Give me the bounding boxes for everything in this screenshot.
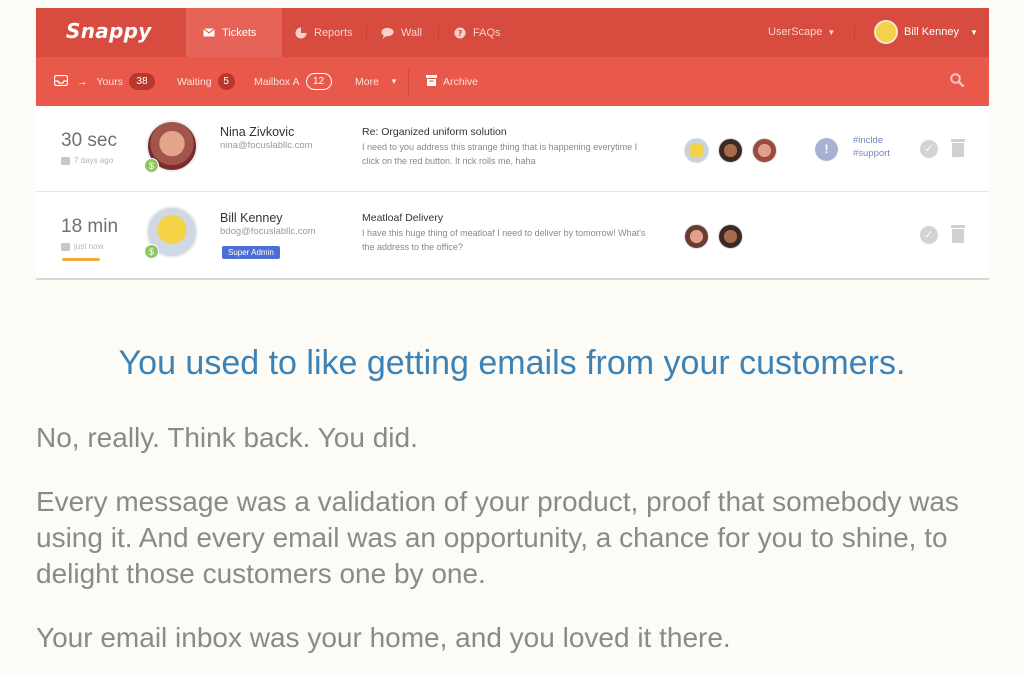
nav-divider (854, 25, 855, 41)
tag-link[interactable]: #inclde (853, 134, 890, 147)
ticket-subject[interactable]: Meatloaf Delivery (362, 212, 443, 224)
avatar[interactable] (684, 224, 709, 249)
filter-yours[interactable]: → Yours 38 (53, 57, 155, 106)
question-icon: ? (453, 26, 466, 39)
archive-label: Archive (443, 75, 479, 88)
trash-icon[interactable] (951, 225, 965, 243)
chevron-down-icon: ▼ (970, 27, 978, 37)
chat-bubble-icon (381, 26, 394, 39)
ticket-tags: #inclde #support (853, 134, 890, 160)
warning-icon[interactable]: ! (815, 138, 838, 161)
tab-tickets-label: Tickets (222, 26, 257, 39)
ticket-ago: 7 days ago (74, 156, 114, 165)
org-name: UserScape (768, 26, 823, 38)
tag-link[interactable]: #support (853, 147, 890, 160)
customer-name[interactable]: Nina Zivkovic (220, 125, 294, 139)
role-badge: Super Admin (222, 246, 280, 259)
response-progress-bar (62, 258, 100, 261)
twitter-icon (61, 242, 70, 251)
app-screenshot: Snappy Tickets Reports Wall ? FAQs UserS… (36, 8, 989, 280)
user-menu[interactable]: Bill Kenney ▼ (874, 20, 978, 44)
paragraph-3: Your email inbox was your home, and you … (36, 622, 731, 653)
org-switcher[interactable]: UserScape ▼ (768, 26, 835, 38)
yours-count-badge: 38 (128, 73, 155, 90)
ticket-time: 18 min (61, 216, 119, 237)
tab-tickets[interactable]: Tickets (186, 8, 283, 57)
nav-divider (366, 25, 367, 41)
avatar (874, 20, 898, 44)
ticket-received: just now (61, 242, 103, 251)
filter-waiting[interactable]: Waiting 5 (177, 57, 235, 106)
customer-email: bdog@focuslabllc.com (220, 226, 316, 237)
app-logo[interactable]: Snappy (66, 19, 152, 43)
tab-wall[interactable]: Wall (381, 8, 422, 57)
ticket-row[interactable]: 18 min just now $ Bill Kenney bdog@focus… (36, 192, 989, 278)
paragraph-1: No, really. Think back. You did. (36, 422, 418, 453)
arrow-right-icon: → (77, 75, 88, 88)
dollar-icon: $ (144, 158, 159, 173)
more-dropdown[interactable]: More ▼ (355, 57, 398, 106)
email-source-icon (61, 156, 70, 165)
tab-reports[interactable]: Reports (294, 8, 353, 57)
archive-link[interactable]: Archive (426, 57, 478, 106)
pie-chart-icon (294, 26, 307, 39)
chevron-down-icon: ▼ (827, 28, 836, 37)
avatar[interactable] (684, 138, 709, 163)
more-label: More (355, 75, 379, 88)
avatar[interactable] (752, 138, 777, 163)
filter-waiting-label: Waiting (177, 75, 212, 88)
filter-mailbox-a[interactable]: Mailbox A 12 (254, 57, 332, 106)
subnav-divider (408, 69, 409, 95)
ticket-ago: just now (74, 242, 104, 251)
search-icon (950, 73, 965, 90)
ticket-time: 30 sec (61, 130, 117, 151)
inbox-icon (53, 74, 69, 89)
ticket-subject[interactable]: Re: Organized uniform solution (362, 126, 507, 138)
tab-wall-label: Wall (401, 26, 422, 39)
customer-email: nina@focuslabllc.com (220, 140, 313, 151)
search-button[interactable] (950, 57, 965, 106)
trash-icon[interactable] (951, 139, 965, 157)
tab-faqs-label: FAQs (473, 26, 501, 39)
chevron-down-icon: ▼ (389, 77, 398, 86)
tab-reports-label: Reports (314, 26, 353, 39)
ticket-row[interactable]: 30 sec 7 days ago $ Nina Zivkovic nina@f… (36, 106, 989, 192)
avatar[interactable] (718, 224, 743, 249)
nav-divider (438, 25, 439, 41)
envelope-icon (202, 26, 215, 39)
watchers (684, 224, 743, 249)
svg-text:?: ? (457, 29, 462, 38)
mailbox-count-badge: 12 (305, 73, 332, 90)
filter-yours-label: Yours (96, 75, 123, 88)
check-icon[interactable]: ✓ (920, 226, 938, 244)
tab-faqs[interactable]: ? FAQs (453, 8, 501, 57)
ticket-preview: I have this huge thing of meatloaf I nee… (362, 228, 646, 252)
avatar[interactable] (718, 138, 743, 163)
paragraph-2: Every message was a validation of your p… (36, 486, 959, 589)
waiting-count-badge: 5 (217, 73, 235, 90)
dollar-icon: $ (144, 244, 159, 259)
headline: You used to like getting emails from you… (118, 344, 906, 382)
mailbox-filter-bar: → Yours 38 Waiting 5 Mailbox A 12 More ▼… (36, 57, 989, 106)
user-name: Bill Kenney (904, 26, 960, 38)
check-icon[interactable]: ✓ (920, 140, 938, 158)
ticket-preview: I need to you address this strange thing… (362, 142, 638, 166)
archive-icon (426, 74, 437, 89)
customer-name[interactable]: Bill Kenney (220, 211, 283, 225)
ticket-received: 7 days ago (61, 156, 113, 165)
watchers (684, 138, 777, 163)
filter-mailbox-label: Mailbox A (254, 75, 300, 88)
top-navbar: Snappy Tickets Reports Wall ? FAQs UserS… (36, 8, 989, 57)
